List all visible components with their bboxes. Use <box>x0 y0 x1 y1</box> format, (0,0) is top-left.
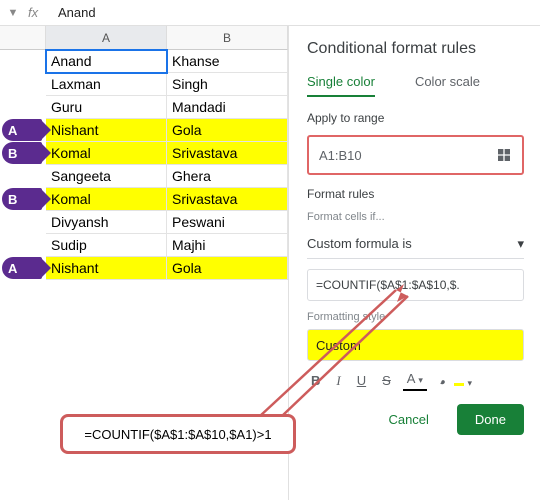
underline-button[interactable]: U <box>353 370 370 391</box>
row-header[interactable] <box>0 211 46 234</box>
apply-range-label: Apply to range <box>307 111 524 125</box>
annotation-badge: A <box>2 119 42 141</box>
formula-bar: ▼ fx Anand <box>0 0 540 26</box>
cell[interactable]: Komal <box>46 188 167 211</box>
row-header[interactable]: B <box>0 188 46 211</box>
cancel-button[interactable]: Cancel <box>370 404 446 435</box>
cell[interactable]: Singh <box>167 73 288 96</box>
cell[interactable]: Laxman <box>46 73 167 96</box>
row-header[interactable] <box>0 96 46 119</box>
row-header[interactable]: B <box>0 142 46 165</box>
panel-title: Conditional format rules <box>307 40 524 58</box>
column-header-b[interactable]: B <box>167 26 288 50</box>
tab-single-color[interactable]: Single color <box>307 74 375 97</box>
strike-button[interactable]: S <box>378 370 395 391</box>
cell[interactable]: Peswani <box>167 211 288 234</box>
cell[interactable]: Srivastava <box>167 188 288 211</box>
tab-color-scale[interactable]: Color scale <box>415 74 480 97</box>
row-header[interactable] <box>0 165 46 188</box>
cell[interactable]: Anand <box>46 50 167 73</box>
style-name: Custom <box>316 338 361 353</box>
table-row: SudipMajhi <box>0 234 288 257</box>
formatting-style-label: Formatting style <box>307 311 524 323</box>
format-cells-if-label: Format cells if... <box>307 211 524 223</box>
annotation-badge: B <box>2 188 42 210</box>
table-row: BKomalSrivastava <box>0 188 288 211</box>
row-header[interactable]: A <box>0 119 46 142</box>
table-row: GuruMandadi <box>0 96 288 119</box>
table-row: SangeetaGhera <box>0 165 288 188</box>
fill-icon <box>439 372 453 386</box>
format-rules-label: Format rules <box>307 187 524 201</box>
cell[interactable]: Sudip <box>46 234 167 257</box>
column-headers: A B <box>0 26 288 50</box>
cell[interactable]: Divyansh <box>46 211 167 234</box>
format-toolbar: B I U S A ▾ ▾ <box>307 369 524 392</box>
table-row: BKomalSrivastava <box>0 142 288 165</box>
conditional-format-panel: Conditional format rules Single color Co… <box>288 26 540 500</box>
formula-bar-content[interactable]: Anand <box>58 5 96 20</box>
cell[interactable]: Sangeeta <box>46 165 167 188</box>
cell[interactable]: Komal <box>46 142 167 165</box>
dropdown-icon[interactable]: ▼ <box>6 7 20 19</box>
cell[interactable]: Mandadi <box>167 96 288 119</box>
style-preview[interactable]: Custom <box>307 329 524 361</box>
row-header[interactable] <box>0 50 46 73</box>
row-header[interactable] <box>0 234 46 257</box>
done-button[interactable]: Done <box>457 404 524 435</box>
fx-icon[interactable]: fx <box>28 5 50 20</box>
cell[interactable]: Guru <box>46 96 167 119</box>
annotation-badge: B <box>2 142 42 164</box>
select-all-corner[interactable] <box>0 26 46 50</box>
range-input[interactable]: A1:B10 <box>307 135 524 175</box>
cell[interactable]: Nishant <box>46 119 167 142</box>
bold-button[interactable]: B <box>307 370 324 391</box>
formula-callout: =COUNTIF($A$1:$A$10,$A1)>1 <box>60 414 296 454</box>
cell[interactable]: Gola <box>167 119 288 142</box>
fill-color-button[interactable]: ▾ <box>435 369 476 392</box>
row-header[interactable] <box>0 73 46 96</box>
table-row: DivyanshPeswani <box>0 211 288 234</box>
chevron-down-icon: ▾ <box>517 236 524 252</box>
table-row: ANishantGola <box>0 119 288 142</box>
panel-tabs: Single color Color scale <box>307 74 524 97</box>
row-header[interactable]: A <box>0 257 46 280</box>
cell[interactable]: Gola <box>167 257 288 280</box>
formula-input[interactable]: =COUNTIF($A$1:$A$10,$. <box>307 269 524 301</box>
italic-button[interactable]: I <box>332 370 344 392</box>
cell[interactable]: Khanse <box>167 50 288 73</box>
table-row: LaxmanSingh <box>0 73 288 96</box>
cell[interactable]: Srivastava <box>167 142 288 165</box>
cell[interactable]: Majhi <box>167 234 288 257</box>
cell[interactable]: Nishant <box>46 257 167 280</box>
annotation-badge: A <box>2 257 42 279</box>
table-row: ANishantGola <box>0 257 288 280</box>
grid-icon <box>496 147 512 163</box>
condition-value: Custom formula is <box>307 236 412 251</box>
range-value: A1:B10 <box>319 148 362 163</box>
cell[interactable]: Ghera <box>167 165 288 188</box>
column-header-a[interactable]: A <box>46 26 167 50</box>
text-color-button[interactable]: A ▾ <box>403 370 427 391</box>
table-row: AnandKhanse <box>0 50 288 73</box>
panel-buttons: Cancel Done <box>307 404 524 435</box>
condition-select[interactable]: Custom formula is ▾ <box>307 229 524 259</box>
